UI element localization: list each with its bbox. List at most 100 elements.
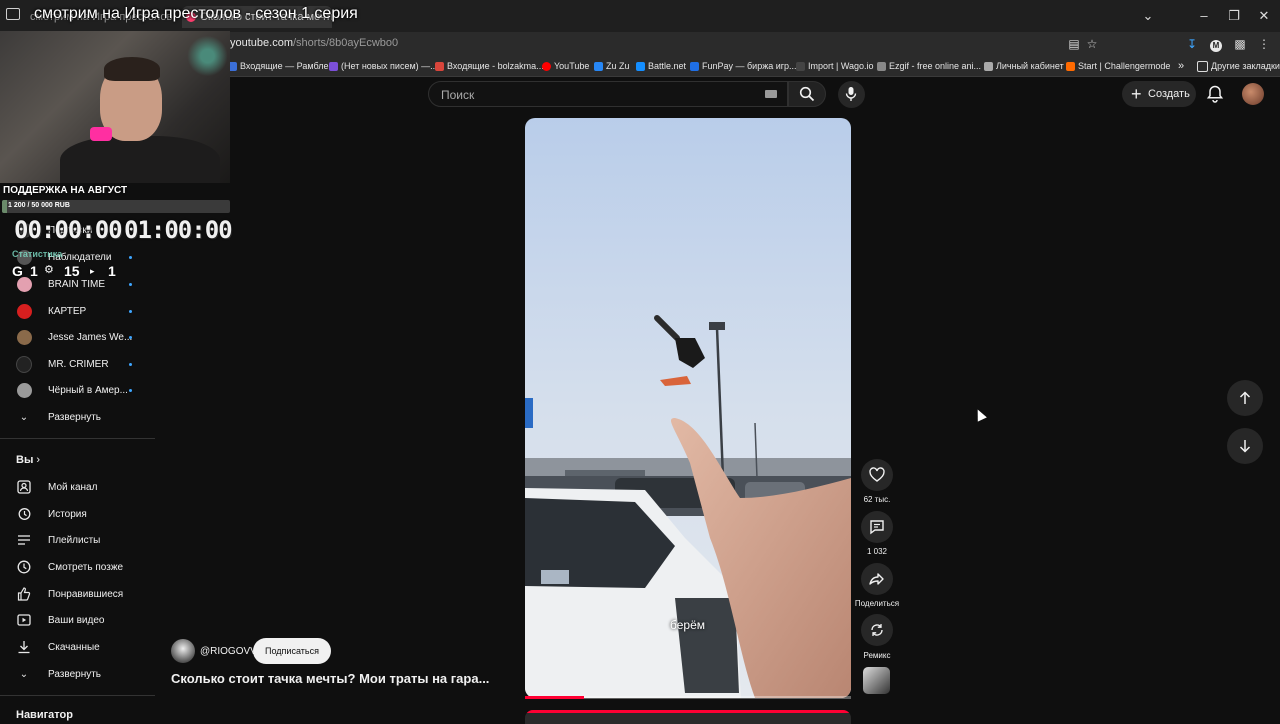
short-title[interactable]: Сколько стоит тачка мечты? Мои траты на … (171, 671, 489, 686)
bookmark-favicon-icon (329, 61, 338, 71)
bookmark-item[interactable]: (Нет новых писем) —... (329, 59, 438, 73)
bookmark-item[interactable]: Battle.net (636, 59, 686, 73)
downloads-icon[interactable]: ↧ (1184, 36, 1200, 52)
chevron-down-icon: ⌄ (19, 411, 29, 423)
subscribe-button[interactable]: Подписаться (253, 638, 331, 664)
sidebar-expand-channels[interactable]: ⌄ Развернуть (0, 404, 155, 430)
previous-short-button[interactable] (1227, 380, 1263, 416)
bookmarks-overflow-icon[interactable]: » (1178, 59, 1184, 73)
share-arrow-icon (869, 573, 884, 585)
voice-search-button[interactable] (838, 81, 865, 108)
sidebar-channel-item[interactable]: MR. CRIMER (0, 351, 155, 377)
sidebar-expand-you[interactable]: ⌄ Развернуть (0, 661, 155, 687)
sidebar-channel-item[interactable]: Чёрный в Амер... (0, 377, 155, 403)
bookmark-item[interactable]: Входящие - bolzakma... (435, 59, 544, 73)
bookmark-item[interactable]: Import | Wago.io (796, 59, 874, 73)
battlenet-favicon-icon (636, 61, 645, 71)
channel-avatar-icon (16, 303, 32, 319)
cabinet-favicon-icon (984, 61, 993, 71)
search-input[interactable] (439, 82, 743, 108)
bookmark-item[interactable]: Ezgif - free online ani... (877, 59, 981, 73)
lamp-head (709, 322, 725, 330)
channel-avatar-icon (16, 382, 32, 398)
keyboard-icon[interactable] (765, 90, 777, 98)
profile-m-icon[interactable]: M (1208, 36, 1224, 52)
bookmark-item[interactable]: Личный кабинет (984, 59, 1064, 73)
close-button[interactable]: ✕ (1252, 6, 1276, 26)
next-short-button[interactable] (1227, 428, 1263, 464)
shorts-video-player[interactable] (525, 118, 851, 698)
wago-favicon-icon (796, 61, 805, 71)
bookmark-item[interactable]: Входящие — Рамбле... (228, 59, 336, 73)
bookmark-star-icon[interactable]: ☆ (1084, 36, 1100, 52)
bookmark-item[interactable]: Zu Zu (594, 59, 630, 73)
install-app-icon[interactable]: ▤ (1066, 36, 1082, 52)
like-count: 62 тыс. (863, 495, 891, 504)
sidebar-item-your-videos[interactable]: Ваши видео (0, 607, 155, 633)
sidebar-channel-item[interactable]: Jesse James We... (0, 324, 155, 350)
sidebar-item-downloads[interactable]: Скачанные (0, 634, 155, 660)
restore-button[interactable]: ❐ (1222, 6, 1246, 26)
sidebar-item-watch-later[interactable]: Смотреть позже (0, 554, 155, 580)
minimize-button[interactable]: – (1192, 6, 1216, 26)
remix-icon (871, 624, 883, 636)
url-text[interactable]: youtube.com/shorts/8b0ayEcwbo0 (230, 37, 398, 49)
channel-name[interactable]: @RIOGOVV (200, 646, 257, 657)
mouse-cursor-icon (973, 407, 987, 422)
support-goal-title: ПОДДЕРЖКА НА АВГУСТ (3, 185, 128, 196)
create-button[interactable]: + Создать (1122, 81, 1196, 107)
tab-list-chevron-icon[interactable]: ⌄ (1136, 6, 1160, 26)
support-goal-amount: 1 200 / 50 000 RUB (8, 202, 70, 209)
sidebar-section-navigator[interactable]: Навигатор (16, 709, 73, 721)
sidebar-channel-item[interactable]: КАРТЕР (0, 298, 155, 324)
url-domain: youtube.com (230, 37, 293, 49)
bookmark-item[interactable]: Start | Challengermode (1066, 59, 1170, 73)
share-button[interactable] (861, 563, 893, 595)
mic-icon (845, 87, 857, 101)
video-progress-bar[interactable] (525, 696, 851, 699)
share-label: Поделиться (854, 599, 900, 608)
play-box-icon (16, 612, 32, 628)
sidebar-divider (0, 695, 155, 696)
remix-button[interactable] (861, 614, 893, 646)
bookmark-favicon-icon (435, 61, 444, 71)
folder-icon (1197, 60, 1208, 72)
comments-button[interactable] (861, 511, 893, 543)
challengermode-favicon-icon (1066, 61, 1075, 71)
stats-value-1: 1 (30, 263, 38, 279)
sidebar-item-history[interactable]: История (0, 501, 155, 527)
video-caption: берём (670, 618, 706, 632)
other-bookmarks-folder[interactable]: Другие закладки (1197, 59, 1280, 73)
sidebar-item-liked[interactable]: Понравившиеся (0, 581, 155, 607)
new-content-dot (129, 309, 132, 313)
bookmark-item[interactable]: YouTube (542, 59, 589, 73)
webcam-microphone (90, 127, 112, 141)
playlist-icon (16, 532, 32, 548)
car-grille (675, 598, 739, 693)
comment-icon (870, 520, 884, 535)
tab-search-icon[interactable] (6, 8, 20, 20)
bookmark-item[interactable]: FunPay — биржа игр... (690, 59, 797, 73)
account-avatar[interactable] (1242, 83, 1264, 105)
like-button[interactable] (861, 459, 893, 491)
sidebar-item-my-channel[interactable]: Мой канал (0, 474, 155, 500)
search-button[interactable] (788, 81, 826, 107)
timer-elapsed: 00:00:00 (14, 216, 123, 244)
sidebar-item-playlists[interactable]: Плейлисты (0, 527, 155, 553)
chevron-right-icon: › (36, 454, 41, 466)
youtube-favicon-icon (542, 61, 551, 71)
sidebar-section-you[interactable]: Вы › (16, 454, 40, 466)
search-box (428, 81, 788, 108)
notifications-bell-icon[interactable] (1205, 84, 1225, 104)
download-icon (16, 639, 32, 655)
channel-avatar-icon (16, 355, 32, 373)
parking-sign (525, 398, 533, 428)
menu-icon[interactable]: ⋮ (1256, 36, 1272, 52)
person-icon (16, 479, 32, 495)
plus-icon: + (1131, 84, 1142, 104)
next-short-preview[interactable] (525, 710, 851, 724)
sound-thumbnail[interactable] (863, 667, 890, 694)
stats-gear-icon: ⚙ (44, 264, 54, 276)
extensions-puzzle-icon[interactable]: ▩ (1232, 36, 1248, 52)
channel-avatar[interactable] (171, 639, 195, 663)
